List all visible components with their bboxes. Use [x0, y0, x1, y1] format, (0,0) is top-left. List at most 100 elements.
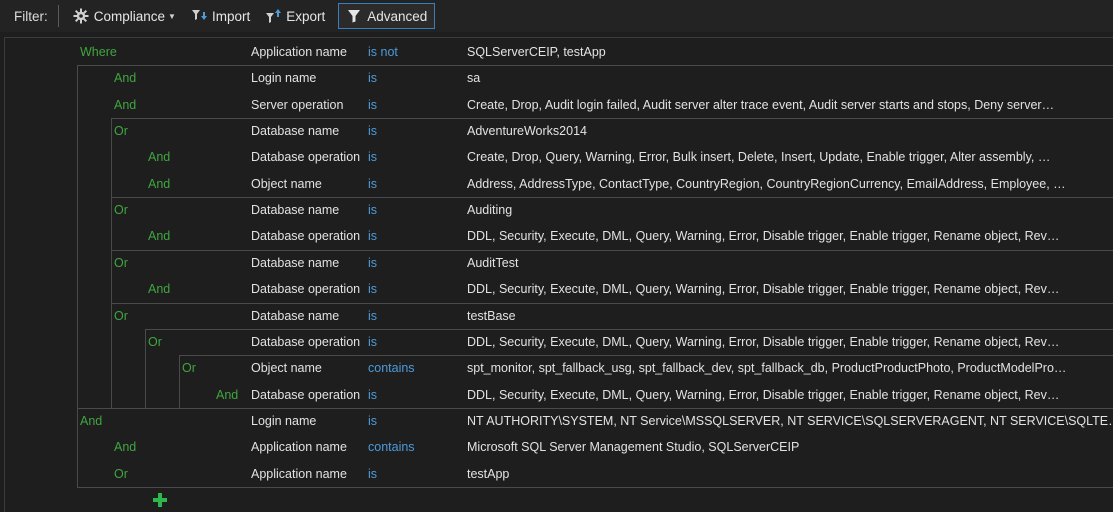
condition-value[interactable]: AdventureWorks2014 — [467, 124, 587, 138]
logical-operator[interactable]: And — [80, 414, 102, 428]
comparison-operator[interactable]: is — [368, 150, 377, 164]
field-name[interactable]: Application name — [251, 440, 347, 454]
condition-row[interactable]: And Login name is NT AUTHORITY\SYSTEM, NT S… — [5, 408, 1113, 434]
condition-value[interactable]: DDL, Security, Execute, DML, Query, Warn… — [467, 388, 1059, 402]
field-name[interactable]: Application name — [251, 45, 347, 59]
condition-row[interactable]: And Object name is Address, AddressType, Co… — [5, 171, 1113, 197]
comparison-operator[interactable]: is — [368, 256, 377, 270]
condition-value[interactable]: Address, AddressType, ContactType, Count… — [467, 177, 1066, 191]
logical-operator[interactable]: And — [216, 388, 238, 402]
condition-row[interactable]: And Login name is sa — [5, 65, 1113, 91]
logical-operator[interactable]: And — [114, 71, 136, 85]
logical-operator[interactable]: Or — [182, 361, 196, 375]
condition-row[interactable]: Or Object name contains spt_monitor, spt_fa… — [5, 355, 1113, 381]
field-name[interactable]: Database operation — [251, 150, 360, 164]
logical-operator[interactable]: Or — [114, 203, 128, 217]
filter-tree-panel: Where Application name is not SQLServerCEIP… — [4, 37, 1113, 512]
field-name[interactable]: Database name — [251, 256, 339, 270]
plus-icon — [153, 493, 167, 507]
field-name[interactable]: Login name — [251, 71, 316, 85]
export-label: Export — [286, 8, 326, 24]
condition-value[interactable]: SQLServerCEIP, testApp — [467, 45, 606, 59]
condition-row[interactable]: And Application name contains Microsoft SQL… — [5, 434, 1113, 460]
comparison-operator[interactable]: contains — [368, 440, 415, 454]
logical-operator[interactable]: Or — [148, 335, 162, 349]
condition-value[interactable]: DDL, Security, Execute, DML, Query, Warn… — [467, 335, 1059, 349]
condition-value[interactable]: Microsoft SQL Server Management Studio, … — [467, 440, 799, 454]
condition-value[interactable]: NT AUTHORITY\SYSTEM, NT Service\MSSQLSER… — [467, 414, 1113, 428]
advanced-label: Advanced — [367, 8, 428, 24]
logical-operator[interactable]: And — [148, 177, 170, 191]
logical-operator[interactable]: And — [148, 282, 170, 296]
condition-value[interactable]: spt_monitor, spt_fallback_usg, spt_fallb… — [467, 361, 1066, 375]
comparison-operator[interactable]: is — [368, 414, 377, 428]
field-name[interactable]: Login name — [251, 414, 316, 428]
comparison-operator[interactable]: is not — [368, 45, 398, 59]
add-condition-button[interactable] — [152, 492, 168, 508]
condition-row[interactable]: Or Database name is AdventureWorks2014 — [5, 118, 1113, 144]
filter-toolbar: Filter: Compliance ▼ Import Export Advan… — [0, 0, 1113, 32]
advanced-button[interactable]: Advanced — [338, 3, 436, 29]
toolbar-separator — [57, 5, 59, 27]
comparison-operator[interactable]: is — [368, 467, 377, 481]
condition-row[interactable]: Or Database name is AuditTest — [5, 250, 1113, 276]
field-name[interactable]: Database operation — [251, 388, 360, 402]
condition-value[interactable]: AuditTest — [467, 256, 518, 270]
condition-row[interactable]: Where Application name is not SQLServerCEIP… — [5, 39, 1113, 65]
field-name[interactable]: Object name — [251, 177, 322, 191]
tree-guide-line — [77, 486, 1113, 488]
condition-value[interactable]: DDL, Security, Execute, DML, Query, Warn… — [467, 229, 1059, 243]
comparison-operator[interactable]: is — [368, 98, 377, 112]
condition-row[interactable]: Or Application name is testApp — [5, 461, 1113, 487]
condition-value[interactable]: Create, Drop, Query, Warning, Error, Bul… — [467, 150, 1050, 164]
field-name[interactable]: Server operation — [251, 98, 343, 112]
field-name[interactable]: Database name — [251, 124, 339, 138]
field-name[interactable]: Object name — [251, 361, 322, 375]
comparison-operator[interactable]: is — [368, 229, 377, 243]
comparison-operator[interactable]: is — [368, 124, 377, 138]
field-name[interactable]: Database operation — [251, 229, 360, 243]
condition-row[interactable]: And Server operation is Create, Drop, Audit… — [5, 92, 1113, 118]
condition-value[interactable]: testBase — [467, 309, 516, 323]
comparison-operator[interactable]: is — [368, 71, 377, 85]
logical-operator[interactable]: And — [114, 98, 136, 112]
chevron-down-icon: ▼ — [168, 11, 176, 21]
compliance-dropdown-button[interactable]: Compliance ▼ — [67, 3, 181, 29]
logical-operator[interactable]: And — [148, 229, 170, 243]
condition-row[interactable]: Or Database operation is DDL, Security, Exe… — [5, 329, 1113, 355]
field-name[interactable]: Database name — [251, 203, 339, 217]
condition-value[interactable]: sa — [467, 71, 480, 85]
condition-row[interactable]: And Database operation is Create, Drop, Que… — [5, 144, 1113, 170]
logical-operator[interactable]: Or — [114, 467, 128, 481]
field-name[interactable]: Application name — [251, 467, 347, 481]
condition-value[interactable]: testApp — [467, 467, 509, 481]
comparison-operator[interactable]: is — [368, 388, 377, 402]
logical-operator[interactable]: And — [148, 150, 170, 164]
compliance-label: Compliance — [93, 8, 166, 24]
logical-operator[interactable]: Or — [114, 256, 128, 270]
logical-operator[interactable]: And — [114, 440, 136, 454]
logical-operator[interactable]: Or — [114, 309, 128, 323]
field-name[interactable]: Database operation — [251, 282, 360, 296]
condition-value[interactable]: Create, Drop, Audit login failed, Audit … — [467, 98, 1054, 112]
condition-row[interactable]: Or Database name is testBase — [5, 303, 1113, 329]
condition-row[interactable]: And Database operation is DDL, Security, Ex… — [5, 382, 1113, 408]
comparison-operator[interactable]: contains — [368, 361, 415, 375]
logical-operator[interactable]: Where — [80, 45, 117, 59]
import-button[interactable]: Import — [185, 3, 255, 29]
comparison-operator[interactable]: is — [368, 282, 377, 296]
comparison-operator[interactable]: is — [368, 177, 377, 191]
field-name[interactable]: Database operation — [251, 335, 360, 349]
comparison-operator[interactable]: is — [368, 203, 377, 217]
logical-operator[interactable]: Or — [114, 124, 128, 138]
export-button[interactable]: Export — [259, 3, 330, 29]
condition-value[interactable]: Auditing — [467, 203, 512, 217]
export-icon — [264, 7, 282, 25]
field-name[interactable]: Database name — [251, 309, 339, 323]
comparison-operator[interactable]: is — [368, 309, 377, 323]
condition-row[interactable]: And Database operation is DDL, Security, Ex… — [5, 223, 1113, 249]
condition-value[interactable]: DDL, Security, Execute, DML, Query, Warn… — [467, 282, 1059, 296]
condition-row[interactable]: Or Database name is Auditing — [5, 197, 1113, 223]
condition-row[interactable]: And Database operation is DDL, Security, Ex… — [5, 276, 1113, 302]
comparison-operator[interactable]: is — [368, 335, 377, 349]
